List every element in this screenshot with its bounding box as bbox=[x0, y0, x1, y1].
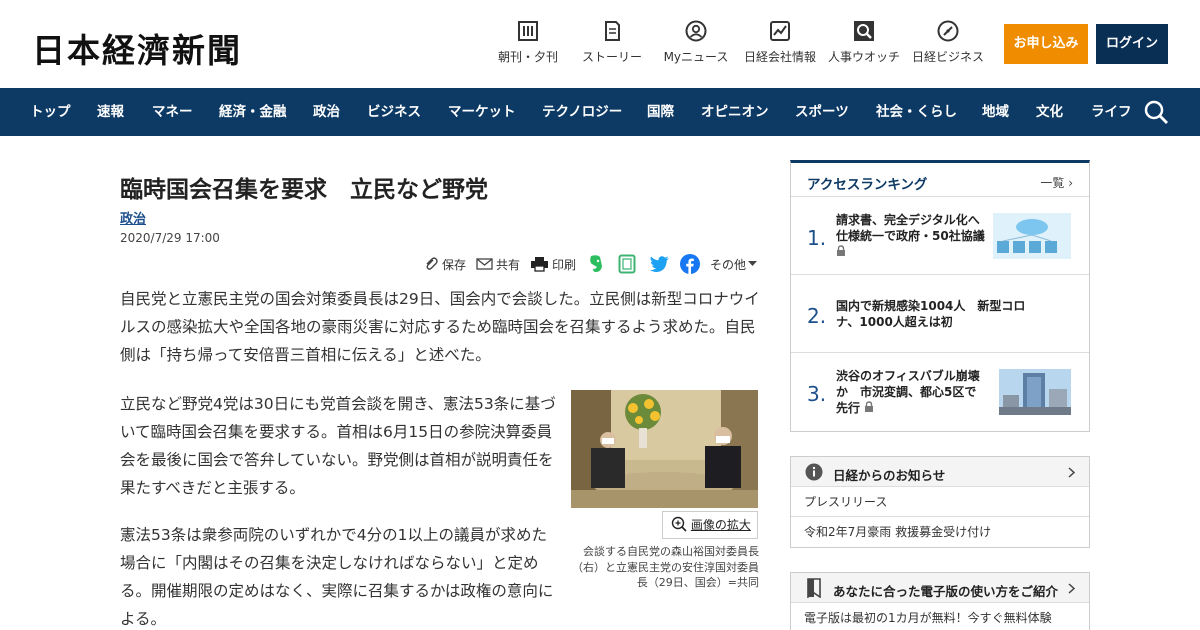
notice-title: 日経からのお知らせ bbox=[833, 468, 946, 483]
nav-item-international[interactable]: 国際 bbox=[647, 88, 674, 136]
notice-row[interactable]: プレスリリース bbox=[791, 487, 1089, 517]
article-date: 2020/7/29 17:00 bbox=[120, 231, 220, 245]
tool-label: Myニュース bbox=[663, 50, 729, 64]
chart-icon bbox=[770, 21, 790, 41]
search-icon[interactable] bbox=[1143, 99, 1169, 125]
zoom-in-icon bbox=[671, 516, 687, 532]
clip-icon bbox=[426, 257, 438, 270]
nav-item-opinion[interactable]: オピニオン bbox=[701, 88, 769, 136]
compass-icon bbox=[937, 20, 959, 42]
site-logo[interactable]: 日本経濟新聞 bbox=[32, 24, 242, 72]
other-label: その他 bbox=[710, 257, 747, 272]
share-label: 共有 bbox=[496, 257, 521, 272]
ranking-item[interactable]: 1. 請求書、完全デジタル化へ 仕様統一で政府・50社協議 bbox=[791, 197, 1089, 275]
article-paragraph: 憲法53条は衆参両院のいずれかで4分の1以上の議員が求めた場合に「内閣はその召集… bbox=[120, 526, 554, 628]
notice-header[interactable]: 日経からのお知らせ bbox=[791, 457, 1089, 487]
tool-label: 朝刊・夕刊 bbox=[497, 50, 558, 64]
nav-item-breaking[interactable]: 速報 bbox=[97, 88, 124, 136]
caret-down-icon bbox=[748, 261, 758, 266]
nav-item-business[interactable]: ビジネス bbox=[367, 88, 421, 136]
nav-item-society[interactable]: 社会・くらし bbox=[876, 88, 957, 136]
ranking-title: アクセスランキング bbox=[807, 177, 928, 193]
other-share-dropdown[interactable]: その他 bbox=[710, 254, 760, 274]
share-button[interactable]: 共有 bbox=[476, 254, 520, 274]
nikkei-notice: 日経からのお知らせ プレスリリース 令和2年7月豪雨 救援募金受け付け bbox=[790, 456, 1090, 548]
article-paragraph: 立民など野党4党は30日にも党首会談を開き、憲法53条に基づいて臨時国会召集を要… bbox=[120, 395, 556, 497]
digital-guide: あなたに合った電子版の使い方をご紹介 電子版は最初の1カ月が無料！今すぐ無料体験 bbox=[790, 572, 1090, 630]
tool-label: 人事ウオッチ bbox=[827, 50, 900, 64]
zoom-label: 画像の拡大 bbox=[690, 518, 751, 532]
more-label: 一覧 bbox=[1040, 176, 1065, 190]
ranking-number: 1. bbox=[807, 226, 827, 250]
nav-item-life[interactable]: ライフ bbox=[1091, 88, 1132, 136]
article-title: 臨時国会召集を要求 立民など野党 bbox=[120, 177, 488, 203]
tool-nikkei-business[interactable]: 日経ビジネス bbox=[908, 20, 988, 65]
article-paragraph: 自民党と立憲民主党の国会対策委員長は29日、国会内で会談した。立民側は新型コロナ… bbox=[120, 290, 760, 364]
ranking-text: 国内で新規感染1004人 新型コロナ、1000人超えは初 bbox=[836, 299, 1026, 329]
nav-item-region[interactable]: 地域 bbox=[982, 88, 1009, 136]
nav-item-technology[interactable]: テクノロジー bbox=[542, 88, 622, 136]
notice-row[interactable]: 令和2年7月豪雨 救援募金受け付け bbox=[791, 517, 1089, 547]
twitter-icon[interactable] bbox=[649, 254, 671, 274]
print-label: 印刷 bbox=[552, 257, 577, 272]
tool-story[interactable]: ストーリー bbox=[572, 20, 652, 65]
ranking-number: 3. bbox=[807, 382, 827, 406]
photo-caption: 会談する自民党の森山裕国対委員長（右）と立憲民主党の安住淳国対委員長（29日、国… bbox=[572, 545, 759, 589]
tool-label: 日経ビジネス bbox=[911, 50, 984, 64]
apply-button[interactable]: お申し込み bbox=[1004, 24, 1088, 64]
chevron-right-icon bbox=[1068, 467, 1075, 478]
book-icon bbox=[605, 21, 620, 41]
ranking-more-link[interactable]: 一覧 › bbox=[1040, 174, 1073, 191]
nav-item-culture[interactable]: 文化 bbox=[1036, 88, 1063, 136]
ranking-thumbnail bbox=[993, 213, 1071, 259]
facebook-icon[interactable] bbox=[680, 254, 700, 274]
evernote-icon[interactable] bbox=[587, 254, 605, 274]
save-label: 保存 bbox=[442, 257, 467, 272]
printer-icon bbox=[531, 257, 548, 272]
ranking-item[interactable]: 3. 渋谷のオフィスバブル崩壊か 市況変調、都心5区で先行 bbox=[791, 353, 1089, 431]
nav-item-market[interactable]: マーケット bbox=[448, 88, 516, 136]
ranking-text: 請求書、完全デジタル化へ 仕様統一で政府・50社協議 bbox=[836, 212, 992, 260]
nav-item-top[interactable]: トップ bbox=[30, 88, 71, 136]
nav-item-politics[interactable]: 政治 bbox=[313, 88, 340, 136]
zoom-image-button[interactable]: 画像の拡大 bbox=[662, 511, 758, 539]
note-icon[interactable] bbox=[618, 254, 636, 274]
ranking-text: 渋谷のオフィスバブル崩壊か 市況変調、都心5区で先行 bbox=[836, 369, 980, 415]
mail-icon bbox=[476, 258, 493, 270]
tool-personnel-watch[interactable]: 人事ウオッチ bbox=[824, 20, 904, 65]
tool-morning-evening[interactable]: 朝刊・夕刊 bbox=[488, 20, 568, 65]
guide-row[interactable]: 電子版は最初の1カ月が無料！今すぐ無料体験 bbox=[791, 603, 1089, 630]
save-button[interactable]: 保存 bbox=[423, 254, 466, 274]
tool-company-info[interactable]: 日経会社情報 bbox=[740, 20, 820, 65]
newspaper-icon bbox=[518, 21, 538, 41]
ranking-number: 2. bbox=[807, 304, 827, 328]
ranking-header: アクセスランキング 一覧 › bbox=[791, 163, 1089, 197]
guide-header[interactable]: あなたに合った電子版の使い方をご紹介 bbox=[791, 573, 1089, 603]
chevron-right-icon bbox=[1068, 583, 1075, 594]
access-ranking: アクセスランキング 一覧 › 1. 請求書、完全デジタル化へ 仕様統一で政府・5… bbox=[790, 160, 1090, 432]
tool-label: ストーリー bbox=[581, 50, 642, 64]
article-category-link[interactable]: 政治 bbox=[120, 208, 146, 227]
lock-icon bbox=[837, 245, 845, 256]
site-header: 日本経濟新聞 朝刊・夕刊 ストーリー Myニュース 日経会社情報 人事ウオッチ … bbox=[0, 0, 1200, 88]
print-button[interactable]: 印刷 bbox=[530, 254, 576, 274]
bookmark-icon bbox=[807, 578, 821, 598]
tool-label: 日経会社情報 bbox=[743, 50, 816, 64]
nav-item-money[interactable]: マネー bbox=[152, 88, 193, 136]
nav-item-economy[interactable]: 経済・金融 bbox=[219, 88, 287, 136]
main-nav: トップ 速報 マネー 経済・金融 政治 ビジネス マーケット テクノロジー 国際… bbox=[0, 88, 1200, 136]
ranking-item[interactable]: 2. 国内で新規感染1004人 新型コロナ、1000人超えは初 bbox=[791, 275, 1089, 353]
tool-my-news[interactable]: Myニュース bbox=[656, 20, 736, 65]
lock-icon bbox=[865, 401, 874, 412]
guide-title: あなたに合った電子版の使い方をご紹介 bbox=[833, 584, 1059, 599]
nav-item-sports[interactable]: スポーツ bbox=[795, 88, 849, 136]
login-button[interactable]: ログイン bbox=[1096, 24, 1168, 64]
ranking-thumbnail bbox=[999, 369, 1071, 415]
article-photo[interactable] bbox=[571, 390, 758, 508]
info-icon bbox=[805, 463, 823, 481]
search-person-icon bbox=[854, 21, 874, 41]
user-icon bbox=[685, 20, 707, 42]
